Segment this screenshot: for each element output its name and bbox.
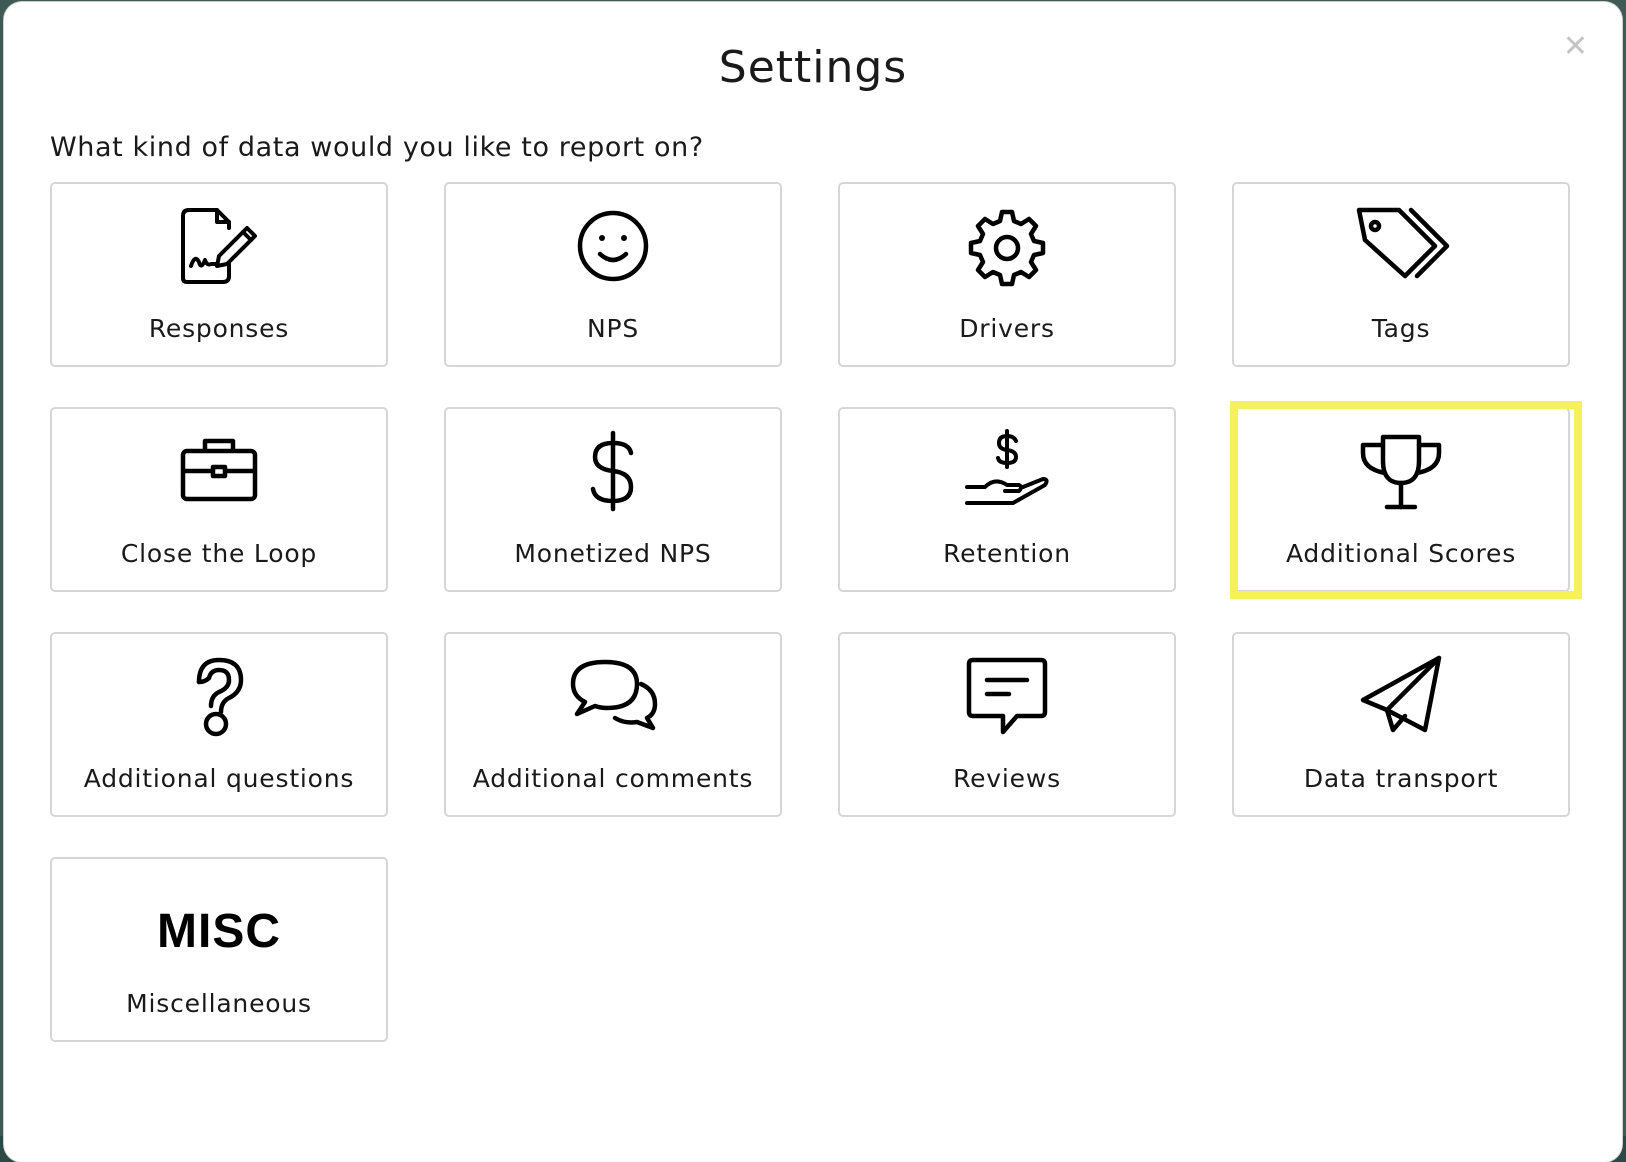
option-label: Additional Scores bbox=[1285, 539, 1517, 568]
option-tags[interactable]: Tags bbox=[1232, 182, 1570, 367]
option-drivers[interactable]: Drivers bbox=[838, 182, 1176, 367]
option-grid: Responses NPS Drivers Tags Close the Loo… bbox=[50, 182, 1582, 1042]
option-label: Responses bbox=[148, 314, 290, 343]
option-responses[interactable]: Responses bbox=[50, 182, 388, 367]
option-label: Data transport bbox=[1303, 764, 1499, 793]
dialog-question: What kind of data would you like to repo… bbox=[50, 132, 704, 163]
misc-icon-text: MISC bbox=[157, 904, 281, 958]
signed-document-icon bbox=[171, 204, 267, 288]
option-label: Additional questions bbox=[83, 764, 355, 793]
option-additional-comments[interactable]: Additional comments bbox=[444, 632, 782, 817]
smiley-icon bbox=[565, 204, 661, 288]
option-label: Retention bbox=[943, 539, 1071, 568]
gear-icon bbox=[959, 204, 1055, 288]
chat-bubbles-icon bbox=[565, 654, 661, 738]
option-additional-scores[interactable]: Additional Scores bbox=[1230, 401, 1582, 599]
paper-plane-icon bbox=[1353, 654, 1449, 738]
option-reviews[interactable]: Reviews bbox=[838, 632, 1176, 817]
option-label: Drivers bbox=[959, 314, 1055, 343]
option-label: Reviews bbox=[953, 764, 1061, 793]
settings-dialog: ✕ Settings What kind of data would you l… bbox=[4, 2, 1622, 1162]
option-label: Additional comments bbox=[472, 764, 754, 793]
trophy-icon bbox=[1353, 429, 1449, 513]
option-close-the-loop[interactable]: Close the Loop bbox=[50, 407, 388, 592]
option-monetized-nps[interactable]: Monetized NPS bbox=[444, 407, 782, 592]
message-icon bbox=[959, 654, 1055, 738]
briefcase-icon bbox=[171, 429, 267, 513]
option-label: Tags bbox=[1371, 314, 1431, 343]
option-label: NPS bbox=[586, 314, 640, 343]
option-data-transport[interactable]: Data transport bbox=[1232, 632, 1570, 817]
option-label: Monetized NPS bbox=[514, 539, 712, 568]
option-nps[interactable]: NPS bbox=[444, 182, 782, 367]
option-label: Close the Loop bbox=[120, 539, 318, 568]
question-icon bbox=[171, 654, 267, 738]
option-retention[interactable]: Retention bbox=[838, 407, 1176, 592]
dollar-icon bbox=[565, 429, 661, 513]
tags-icon bbox=[1353, 204, 1450, 288]
misc-text-icon: MISC bbox=[157, 899, 281, 963]
hand-dollar-icon bbox=[959, 429, 1055, 513]
option-additional-questions[interactable]: Additional questions bbox=[50, 632, 388, 817]
option-miscellaneous[interactable]: MISC Miscellaneous bbox=[50, 857, 388, 1042]
dialog-title: Settings bbox=[718, 42, 908, 93]
option-label: Miscellaneous bbox=[126, 989, 312, 1018]
